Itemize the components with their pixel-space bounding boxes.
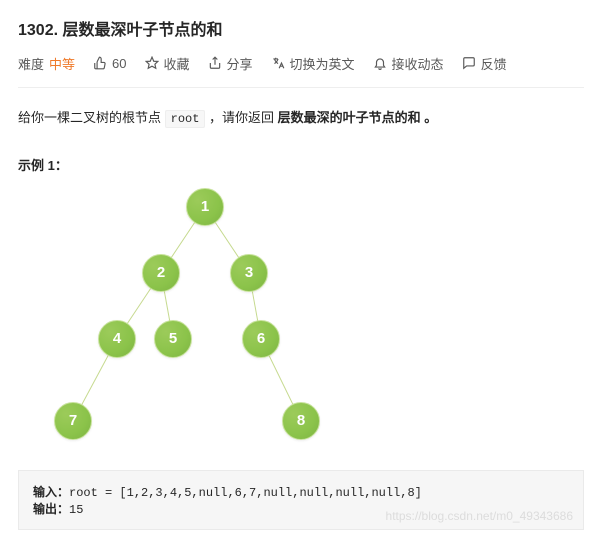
example-code-block: 输入：root = [1,2,3,4,5,null,6,7,null,null,… [18,470,584,530]
tree-node: 4 [98,320,136,358]
tree-node: 5 [154,320,192,358]
desc-bold: 层数最深的叶子节点的和 。 [278,110,438,125]
desc-text: 给你一棵二叉树的根节点 [18,110,165,125]
comment-icon [462,56,476,72]
share-button[interactable]: 分享 [208,54,253,73]
translate-icon [271,56,285,72]
subscribe-label: 接收动态 [392,54,444,73]
page-title: 1302. 层数最深叶子节点的和 [18,16,584,40]
switch-lang-label: 切换为英文 [290,54,355,73]
like-count: 60 [112,56,126,71]
favorite-label: 收藏 [164,54,190,73]
like-button[interactable]: 60 [93,56,126,72]
bell-icon [373,56,387,72]
tree-node: 6 [242,320,280,358]
star-icon [145,56,159,72]
inline-code: root [165,110,206,128]
feedback-button[interactable]: 反馈 [462,54,507,73]
share-icon [208,56,222,72]
input-value: root = [1,2,3,4,5,null,6,7,null,null,nul… [69,486,422,500]
input-label: 输入： [33,485,69,499]
tree-node: 1 [186,188,224,226]
example-title: 示例 1： [18,155,584,174]
tree-node: 8 [282,402,320,440]
tree-diagram: 12 3 45 6 7 8 [38,184,338,454]
subscribe-button[interactable]: 接收动态 [373,54,444,73]
switch-lang-button[interactable]: 切换为英文 [271,54,355,73]
favorite-button[interactable]: 收藏 [145,54,190,73]
desc-text: ，请你返回 [205,110,277,125]
output-value: 15 [69,503,83,517]
difficulty-label: 难度 [18,54,44,73]
thumbs-up-icon [93,56,107,72]
tree-node: 7 [54,402,92,440]
tree-node: 2 [142,254,180,292]
tree-node: 3 [230,254,268,292]
meta-bar: 难度 中等 60 收藏 分享 切换为英文 接收动态 反馈 [18,54,584,88]
feedback-label: 反馈 [481,54,507,73]
difficulty: 难度 中等 [18,54,75,73]
difficulty-value: 中等 [49,54,75,73]
problem-description: 给你一棵二叉树的根节点 root ，请你返回 层数最深的叶子节点的和 。 [18,106,584,131]
share-label: 分享 [227,54,253,73]
